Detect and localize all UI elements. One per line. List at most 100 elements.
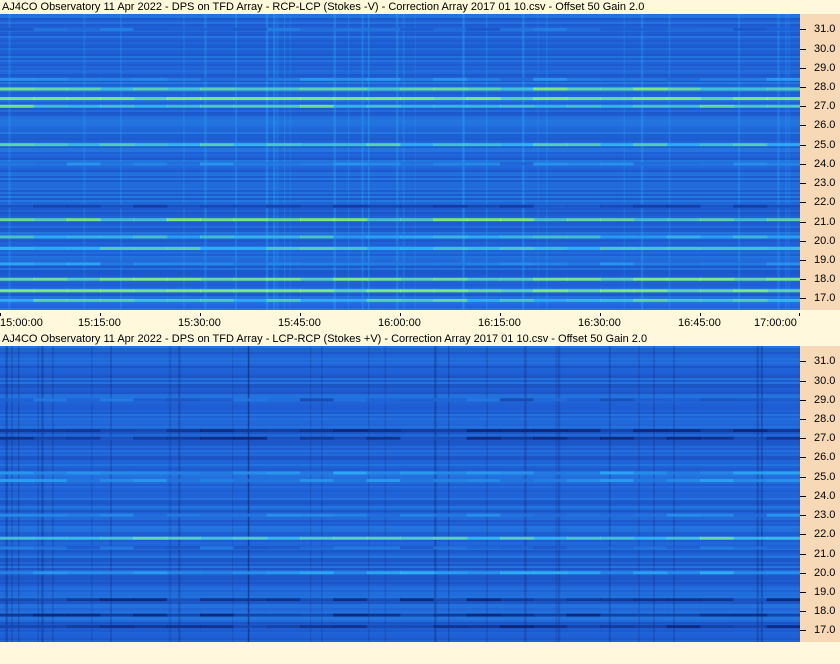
spectrogram-band xyxy=(266,479,301,483)
spectrogram-band xyxy=(766,513,800,517)
spectrogram-band xyxy=(566,546,601,550)
spectrogram-row xyxy=(0,232,800,234)
spectrogram-band xyxy=(566,77,601,81)
spectrogram-streak xyxy=(367,14,370,310)
spectrogram-row xyxy=(0,484,800,486)
spectrogram-row xyxy=(0,372,800,374)
spectrogram-band xyxy=(200,598,235,602)
spectrogram-band xyxy=(200,513,235,517)
spectrogram-band xyxy=(633,479,668,483)
spectrogram-band xyxy=(500,289,535,293)
spectrogram-band xyxy=(433,277,468,281)
y-tick-mark xyxy=(800,87,806,89)
spectrogram-band xyxy=(133,218,168,222)
spectrogram-band xyxy=(233,277,268,281)
x-tick-mark xyxy=(799,313,800,316)
spectrogram-row xyxy=(0,454,800,456)
spectrogram-band xyxy=(666,398,701,402)
spectrogram-band xyxy=(466,104,501,108)
spectrogram-band xyxy=(666,162,701,166)
y-tick-label: 29.0 xyxy=(814,393,836,406)
spectrogram-row xyxy=(0,256,800,258)
spectrogram-band xyxy=(266,143,301,147)
spectrogram-streak xyxy=(448,346,450,642)
spectrogram-row xyxy=(0,208,800,210)
spectrogram-band xyxy=(66,436,101,440)
spectrogram-band xyxy=(733,97,768,101)
spectrogram-row xyxy=(0,44,800,46)
spectrogram-band xyxy=(366,546,401,550)
spectrogram-band xyxy=(0,471,35,475)
spectrogram-band xyxy=(466,262,501,266)
spectrogram-band xyxy=(766,162,800,166)
spectrogram-band xyxy=(400,246,435,250)
spectrogram-row xyxy=(0,274,800,276)
spectrogram-band xyxy=(133,625,168,629)
spectrogram-band xyxy=(166,204,201,208)
spectrogram-row xyxy=(0,594,800,596)
spectrogram-band xyxy=(200,87,235,91)
spectrogram-band xyxy=(400,104,435,108)
spectrogram-band xyxy=(233,571,268,575)
spectrogram-row xyxy=(0,636,800,638)
spectrogram-band xyxy=(433,289,468,293)
spectrogram-streak xyxy=(640,14,644,310)
spectrogram-band xyxy=(600,235,635,239)
spectrogram-band xyxy=(300,235,335,239)
spectrogram-band xyxy=(766,598,800,602)
spectrogram-band xyxy=(433,571,468,575)
spectrogram-band xyxy=(366,429,401,433)
spectrogram-band xyxy=(66,143,101,147)
spectrogram-band xyxy=(133,262,168,266)
spectrogram-streak xyxy=(52,346,54,642)
spectrogram-band xyxy=(33,77,68,81)
spectrogram-band xyxy=(166,471,201,475)
spectrogram-band xyxy=(66,298,101,302)
bottom-chart-title: AJ4CO Observatory 11 Apr 2022 - DPS on T… xyxy=(2,333,648,345)
y-tick-label: 23.0 xyxy=(814,509,836,522)
spectrogram-row xyxy=(0,254,800,256)
spectrogram-band xyxy=(666,218,701,222)
spectrogram-band xyxy=(566,143,601,147)
spectrogram-band xyxy=(533,277,568,281)
spectrogram-row xyxy=(0,92,800,94)
spectrogram-band xyxy=(500,104,535,108)
spectrogram-row xyxy=(0,228,800,230)
spectrogram-band xyxy=(666,536,701,540)
spectrogram-row xyxy=(0,586,800,588)
spectrogram-band xyxy=(33,436,68,440)
spectrogram-band xyxy=(466,598,501,602)
x-tick-label: 15:30:00 xyxy=(178,317,221,329)
spectrogram-band xyxy=(533,104,568,108)
spectrogram-band xyxy=(266,613,301,617)
spectrogram-band xyxy=(66,246,101,250)
spectrogram-band xyxy=(0,289,35,293)
y-tick-label: 30.0 xyxy=(814,42,836,55)
spectrogram-band xyxy=(733,87,768,91)
spectrogram-band xyxy=(766,235,800,239)
spectrogram-row xyxy=(0,402,800,404)
spectrogram-streak xyxy=(91,346,93,642)
x-tick-label: 16:00:00 xyxy=(378,317,421,329)
spectrogram-streak xyxy=(522,14,525,310)
spectrogram-band xyxy=(266,218,301,222)
spectrogram-band xyxy=(100,162,135,166)
spectrogram-row xyxy=(0,488,800,490)
spectrogram-band xyxy=(200,143,235,147)
spectrogram-band xyxy=(366,277,401,281)
y-tick-label: 18.0 xyxy=(814,605,836,618)
y-tick-label: 18.0 xyxy=(814,273,836,286)
spectrogram-band xyxy=(766,277,800,281)
spectrogram-band xyxy=(600,87,635,91)
spectrogram-row xyxy=(0,190,800,192)
spectrogram-band xyxy=(66,546,101,550)
spectrogram-row xyxy=(0,496,800,498)
spectrogram-row xyxy=(0,456,800,458)
spectrogram-streak xyxy=(608,346,611,642)
spectrogram-band xyxy=(633,289,668,293)
spectrogram-band xyxy=(166,436,201,440)
spectrogram-band xyxy=(166,104,201,108)
spectrogram-band xyxy=(333,87,368,91)
spectrogram-band xyxy=(500,571,535,575)
spectrogram-band xyxy=(200,246,235,250)
